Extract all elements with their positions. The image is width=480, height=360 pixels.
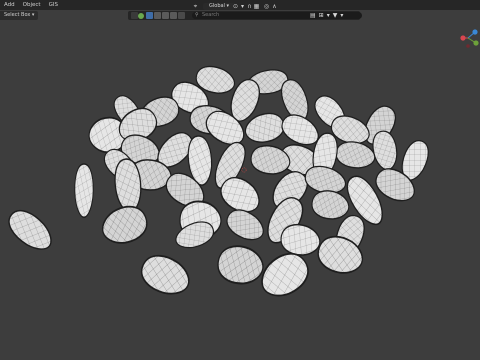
header-tool-strip: ⌖ Global ▾ ⊙ ▾ ∩ ▦ ◎ ∧: [128, 2, 368, 10]
chevron-down-icon[interactable]: ▾: [239, 3, 246, 10]
display-mode-icon[interactable]: [178, 12, 185, 19]
magnet-icon[interactable]: ∩: [246, 3, 253, 10]
menu-add[interactable]: Add: [4, 0, 15, 10]
menu-object[interactable]: Object: [23, 0, 41, 10]
proportional-edit-icon[interactable]: ◎: [263, 3, 270, 10]
editor-type-icon[interactable]: [131, 12, 138, 19]
filter-icon[interactable]: ▼: [333, 11, 338, 20]
select-box-label: Select Box: [4, 12, 31, 18]
3d-cursor: [241, 167, 247, 173]
search-placeholder: Search: [202, 12, 220, 18]
falloff-icon[interactable]: ∧: [271, 3, 278, 10]
filter-mode-icon[interactable]: [170, 12, 177, 19]
blender-window: Add Object GIS ⌖ Global ▾ ⊙ ▾ ∩ ▦ ◎ ∧ Se…: [0, 0, 480, 360]
list-icon[interactable]: ▤: [310, 11, 316, 20]
3d-viewport[interactable]: [0, 20, 480, 360]
chevron-down-icon[interactable]: ▾: [327, 11, 330, 20]
select-mode-icon[interactable]: [146, 12, 153, 19]
global-label: Global: [209, 3, 225, 9]
menu-gis[interactable]: GIS: [49, 0, 58, 10]
orientation-icon[interactable]: ⌖: [192, 3, 199, 10]
select-box-dropdown[interactable]: Select Box ▾: [0, 11, 39, 20]
filter-mode-icon[interactable]: [154, 12, 161, 19]
header-right-icons: ▤ ⊞ ▾ ▼ ▾: [310, 11, 343, 20]
filter-mode-icon[interactable]: [162, 12, 169, 19]
chevron-down-icon[interactable]: ▾: [340, 11, 343, 20]
transform-orientation-dropdown[interactable]: Global ▾: [203, 3, 236, 10]
view-icon[interactable]: ⊞: [319, 11, 324, 20]
search-icon: ⚲: [195, 12, 199, 18]
view-layer-icon[interactable]: [138, 12, 144, 19]
pivot-icon[interactable]: ⊙: [232, 3, 239, 10]
snap-target-icon[interactable]: ▦: [253, 3, 260, 10]
seed-pile: [2, 62, 434, 306]
